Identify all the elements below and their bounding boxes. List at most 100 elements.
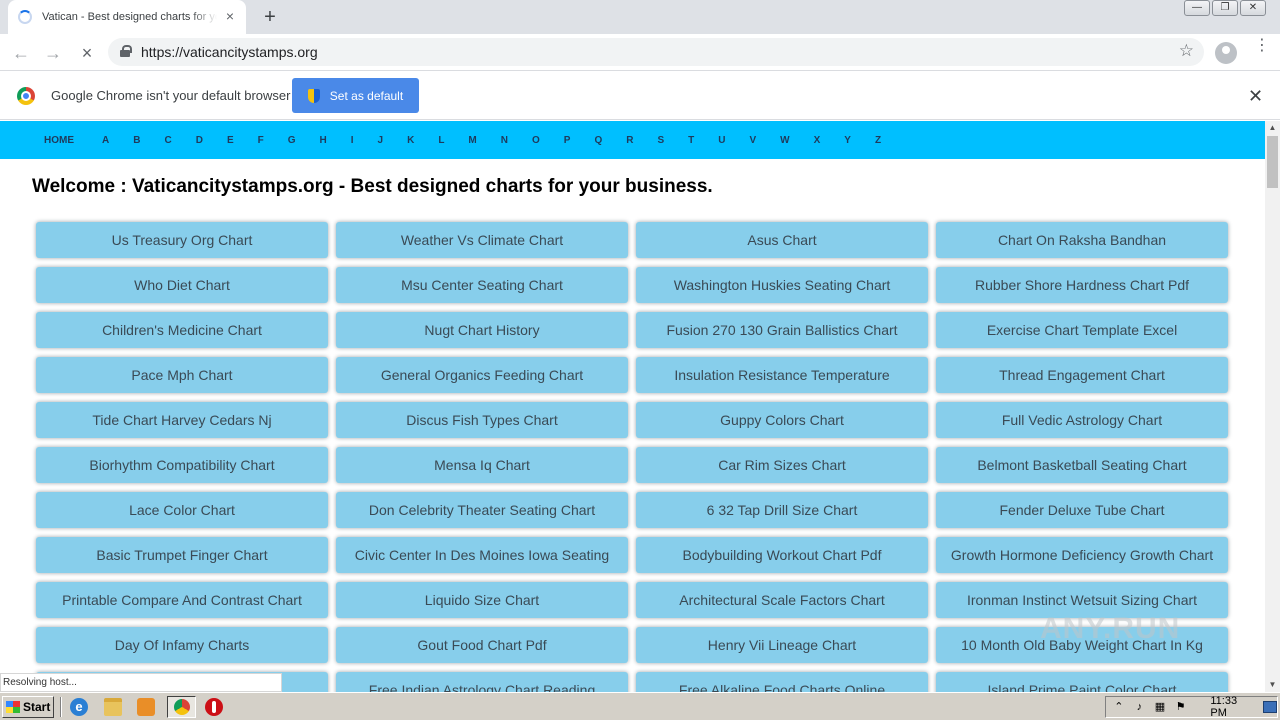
chart-link-button[interactable]: Bodybuilding Workout Chart Pdf <box>636 537 928 573</box>
infobar-close-icon[interactable]: ✕ <box>1248 86 1263 107</box>
bookmark-star-icon[interactable]: ☆ <box>1179 41 1194 61</box>
nav-letter-t[interactable]: T <box>688 135 694 146</box>
chart-link-button[interactable]: Insulation Resistance Temperature <box>636 357 928 393</box>
chart-link-button[interactable]: Who Diet Chart <box>36 267 328 303</box>
address-bar[interactable]: https://vaticancitystamps.org ☆ <box>108 38 1204 66</box>
clock[interactable]: 11:33 PM <box>1210 695 1255 719</box>
chart-link-button[interactable]: Liquido Size Chart <box>336 582 628 618</box>
nav-letter-k[interactable]: K <box>407 135 414 146</box>
scroll-down-arrow-icon[interactable]: ▼ <box>1265 678 1280 692</box>
scrollbar-thumb[interactable] <box>1267 136 1278 188</box>
chart-link-button[interactable]: Pace Mph Chart <box>36 357 328 393</box>
chart-link-button[interactable]: Belmont Basketball Seating Chart <box>936 447 1228 483</box>
media-player-icon[interactable] <box>137 698 155 716</box>
chart-link-button[interactable]: Fusion 270 130 Grain Ballistics Chart <box>636 312 928 348</box>
chart-link-button[interactable]: Chart On Raksha Bandhan <box>936 222 1228 258</box>
nav-letter-o[interactable]: O <box>532 135 540 146</box>
profile-avatar-icon[interactable] <box>1215 42 1237 64</box>
chart-link-button[interactable]: Us Treasury Org Chart <box>36 222 328 258</box>
page-scrollbar[interactable]: ▲ ▼ <box>1265 121 1280 692</box>
chrome-taskbar-button[interactable] <box>167 696 196 718</box>
chart-link-button[interactable]: Don Celebrity Theater Seating Chart <box>336 492 628 528</box>
chart-link-button[interactable]: 6 32 Tap Drill Size Chart <box>636 492 928 528</box>
nav-letter-v[interactable]: V <box>749 135 756 146</box>
new-tab-button[interactable]: + <box>258 6 282 28</box>
nav-letter-z[interactable]: Z <box>875 135 881 146</box>
chart-link-button[interactable]: Growth Hormone Deficiency Growth Chart <box>936 537 1228 573</box>
set-as-default-button[interactable]: Set as default <box>292 78 419 113</box>
chart-link-button[interactable]: Thread Engagement Chart <box>936 357 1228 393</box>
nav-letter-p[interactable]: P <box>564 135 571 146</box>
nav-letter-y[interactable]: Y <box>844 135 851 146</box>
tray-chevron-up-icon[interactable]: ⌃ <box>1112 700 1126 714</box>
chart-link-button[interactable]: General Organics Feeding Chart <box>336 357 628 393</box>
chart-link-button[interactable]: Architectural Scale Factors Chart <box>636 582 928 618</box>
chart-link-button[interactable]: Discus Fish Types Chart <box>336 402 628 438</box>
stop-loading-button[interactable]: × <box>76 42 98 64</box>
nav-letter-a[interactable]: A <box>102 135 109 146</box>
chart-link-button[interactable]: Msu Center Seating Chart <box>336 267 628 303</box>
chart-link-button[interactable]: Day Of Infamy Charts <box>36 627 328 663</box>
tab-close-icon[interactable]: × <box>222 8 238 24</box>
chart-link-button[interactable]: Fender Deluxe Tube Chart <box>936 492 1228 528</box>
nav-letter-n[interactable]: N <box>501 135 508 146</box>
chart-link-button[interactable]: Biorhythm Compatibility Chart <box>36 447 328 483</box>
chart-link-button[interactable]: Exercise Chart Template Excel <box>936 312 1228 348</box>
chart-link-button[interactable]: Gout Food Chart Pdf <box>336 627 628 663</box>
nav-letter-d[interactable]: D <box>196 135 203 146</box>
file-explorer-icon[interactable] <box>104 698 122 716</box>
nav-letter-u[interactable]: U <box>718 135 725 146</box>
nav-letter-s[interactable]: S <box>657 135 664 146</box>
nav-letter-e[interactable]: E <box>227 135 234 146</box>
nav-letter-r[interactable]: R <box>626 135 633 146</box>
chrome-menu-icon[interactable]: ⋮ <box>1254 38 1270 54</box>
chart-link-button[interactable]: Weather Vs Climate Chart <box>336 222 628 258</box>
chart-link-button[interactable]: Free Alkaline Food Charts Online <box>636 672 928 692</box>
chart-link-button[interactable]: Washington Huskies Seating Chart <box>636 267 928 303</box>
chart-link-button[interactable]: Mensa Iq Chart <box>336 447 628 483</box>
forward-button[interactable]: → <box>42 42 64 64</box>
nav-letter-i[interactable]: I <box>351 135 354 146</box>
nav-letter-h[interactable]: H <box>320 135 327 146</box>
nav-letter-b[interactable]: B <box>133 135 140 146</box>
chart-link-button[interactable]: Basic Trumpet Finger Chart <box>36 537 328 573</box>
nav-letter-x[interactable]: X <box>814 135 821 146</box>
opera-icon[interactable] <box>205 698 223 716</box>
nav-letter-c[interactable]: C <box>164 135 171 146</box>
action-center-flag-icon[interactable]: ⚑ <box>1174 700 1188 714</box>
close-window-button[interactable]: ✕ <box>1240 0 1266 16</box>
start-button[interactable]: Start <box>2 696 54 718</box>
show-desktop-icon[interactable] <box>1263 701 1277 713</box>
nav-home-link[interactable]: HOME <box>44 135 74 146</box>
chart-link-button[interactable]: Lace Color Chart <box>36 492 328 528</box>
network-icon[interactable]: ▦ <box>1153 700 1167 714</box>
lock-icon[interactable] <box>120 45 132 57</box>
nav-letter-m[interactable]: M <box>468 135 476 146</box>
internet-explorer-icon[interactable]: e <box>70 698 88 716</box>
chart-link-button[interactable]: Tide Chart Harvey Cedars Nj <box>36 402 328 438</box>
chart-link-button[interactable]: Rubber Shore Hardness Chart Pdf <box>936 267 1228 303</box>
nav-letter-j[interactable]: J <box>378 135 384 146</box>
chart-link-button[interactable]: Asus Chart <box>636 222 928 258</box>
scroll-up-arrow-icon[interactable]: ▲ <box>1265 121 1280 135</box>
speaker-icon[interactable]: ♪ <box>1133 700 1147 714</box>
chart-link-button[interactable]: Civic Center In Des Moines Iowa Seating <box>336 537 628 573</box>
maximize-button[interactable]: ❐ <box>1212 0 1238 16</box>
nav-letter-f[interactable]: F <box>258 135 264 146</box>
nav-letter-q[interactable]: Q <box>594 135 602 146</box>
chart-link-button[interactable]: Children's Medicine Chart <box>36 312 328 348</box>
chart-link-button[interactable]: Nugt Chart History <box>336 312 628 348</box>
chart-link-button[interactable]: Island Prime Paint Color Chart <box>936 672 1228 692</box>
minimize-button[interactable]: — <box>1184 0 1210 16</box>
chart-link-button[interactable]: Full Vedic Astrology Chart <box>936 402 1228 438</box>
chart-link-button[interactable]: Free Indian Astrology Chart Reading <box>336 672 628 692</box>
chart-link-button[interactable]: Henry Vii Lineage Chart <box>636 627 928 663</box>
back-button[interactable]: ← <box>10 42 32 64</box>
chart-link-button[interactable]: Printable Compare And Contrast Chart <box>36 582 328 618</box>
nav-letter-g[interactable]: G <box>288 135 296 146</box>
url-text[interactable]: https://vaticancitystamps.org <box>141 44 318 60</box>
nav-letter-l[interactable]: L <box>438 135 444 146</box>
chart-link-button[interactable]: Guppy Colors Chart <box>636 402 928 438</box>
nav-letter-w[interactable]: W <box>780 135 789 146</box>
browser-tab[interactable]: Vatican - Best designed charts for your … <box>8 0 246 34</box>
